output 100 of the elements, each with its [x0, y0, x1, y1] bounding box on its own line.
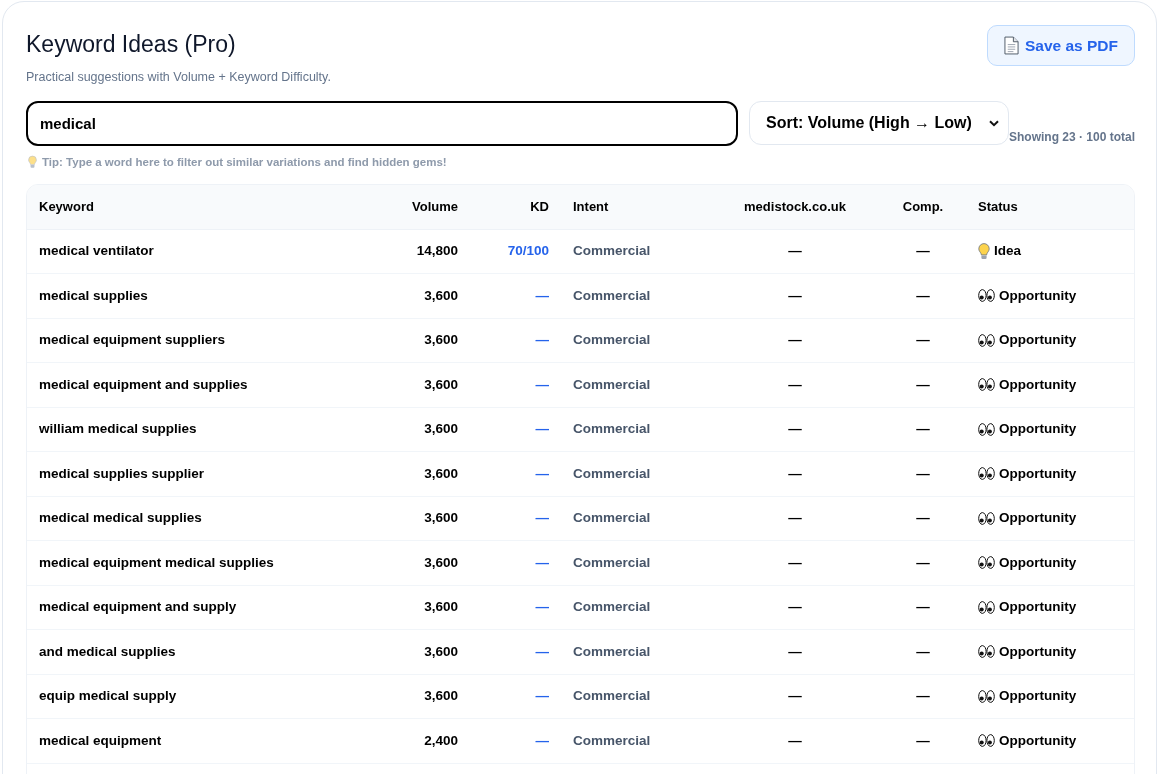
keyword-text: medical equipment and supplies [39, 376, 248, 392]
kd-score: — [535, 643, 549, 659]
keyword-text: medical medical supplies [39, 510, 202, 526]
keyword-text: medical supplies supplier [39, 465, 205, 481]
intent-label: Commercial [573, 510, 651, 526]
keyword-text: medical equipment suppliers [39, 332, 226, 348]
intent-label: Commercial [573, 688, 651, 704]
eyes-icon [978, 467, 995, 481]
lightbulb-icon [28, 155, 37, 169]
comp-value: — [916, 421, 930, 437]
status-label: Opportunity [999, 286, 1077, 305]
comp-value: — [916, 732, 930, 748]
status-label: Opportunity [999, 642, 1077, 661]
intent-label: Commercial [573, 599, 651, 615]
medistock-value: — [788, 332, 802, 348]
kd-score: — [535, 732, 549, 748]
search-field[interactable]: medical [26, 101, 738, 146]
comp-value: — [916, 465, 930, 481]
status-label: Opportunity [999, 598, 1077, 617]
sort-select[interactable]: Sort: Volume (High → Low) [748, 101, 1009, 145]
search-volume: 3,600 [424, 332, 458, 348]
search-volume: 3,600 [424, 688, 458, 704]
results-count: Showing 23 · 100 total [1008, 129, 1135, 145]
kd-score: — [535, 510, 549, 526]
lightbulb-icon [978, 242, 990, 260]
medistock-value: — [788, 554, 802, 570]
keyword-text: william medical supplies [39, 421, 197, 437]
medistock-value: — [788, 421, 802, 437]
eyes-icon [978, 289, 995, 303]
comp-value: — [916, 287, 930, 303]
intent-label: Commercial [573, 421, 651, 437]
status-label: Opportunity [999, 464, 1077, 483]
eyes-icon [978, 600, 995, 614]
kd-score: — [535, 421, 549, 437]
status-label: Opportunity [999, 687, 1077, 706]
status-label: Opportunity [999, 420, 1077, 439]
status-label: Opportunity [999, 375, 1077, 394]
kd-score: — [535, 688, 549, 704]
keyword-text: medical equipment and supply [39, 599, 237, 615]
medistock-value: — [788, 376, 802, 392]
status-label: Opportunity [999, 553, 1077, 572]
save-pdf-button[interactable]: Save as PDF [986, 25, 1135, 66]
tip-text: Tip: Type a word here to filter out similar variations and find hidden gems! [42, 155, 447, 169]
comp-value: — [916, 243, 930, 259]
search-volume: 3,600 [424, 376, 458, 392]
eyes-icon [978, 333, 995, 347]
kd-score: — [535, 554, 549, 570]
intent-label: Commercial [573, 287, 651, 303]
comp-value: — [916, 332, 930, 348]
search-volume: 14,800 [416, 243, 458, 259]
status-label: Idea [994, 242, 1021, 261]
eyes-icon [978, 556, 995, 570]
medistock-value: — [788, 599, 802, 615]
column-header: KD [530, 199, 549, 214]
search-volume: 3,600 [424, 510, 458, 526]
document-icon [1003, 36, 1019, 55]
medistock-value: — [788, 732, 802, 748]
search-volume: 2,400 [424, 732, 458, 748]
comp-value: — [916, 510, 930, 526]
page-subtitle: Practical suggestions with Volume + Keyword Difficulty. [26, 69, 331, 86]
comp-value: — [916, 376, 930, 392]
kd-score: — [535, 465, 549, 481]
search-volume: 3,600 [424, 643, 458, 659]
kd-score: — [535, 599, 549, 615]
eyes-icon [978, 645, 995, 659]
column-header: Intent [573, 199, 609, 214]
medistock-value: — [788, 643, 802, 659]
comp-value: — [916, 688, 930, 704]
search-volume: 3,600 [424, 421, 458, 437]
column-header: medistock.co.uk [744, 199, 846, 214]
keyword-text: and medical supplies [39, 643, 176, 659]
keyword-text: medical equipment [39, 732, 162, 748]
eyes-icon [978, 378, 995, 392]
eyes-icon [978, 422, 995, 436]
intent-label: Commercial [573, 376, 651, 392]
medistock-value: — [788, 465, 802, 481]
kd-score: — [535, 376, 549, 392]
status-label: Opportunity [999, 331, 1077, 350]
intent-label: Commercial [573, 643, 651, 659]
keyword-text: medical ventilator [39, 243, 154, 259]
chevron-down-icon [988, 119, 999, 127]
eyes-icon [978, 689, 995, 703]
intent-label: Commercial [573, 332, 651, 348]
column-header: Comp. [902, 199, 944, 214]
column-header: Status [978, 199, 1018, 214]
medistock-value: — [788, 243, 802, 259]
kd-score: 70/100 [507, 243, 549, 259]
kd-score: — [535, 287, 549, 303]
comp-value: — [916, 599, 930, 615]
intent-label: Commercial [573, 243, 651, 259]
medistock-value: — [788, 510, 802, 526]
intent-label: Commercial [573, 732, 651, 748]
keyword-text: medical equipment medical supplies [39, 554, 274, 570]
eyes-icon [978, 511, 995, 525]
page-title: Keyword Ideas (Pro) [26, 30, 236, 59]
search-volume: 3,600 [424, 465, 458, 481]
eyes-icon [978, 734, 995, 748]
column-header: Keyword [39, 199, 94, 214]
status-label: Opportunity [999, 509, 1077, 528]
search-volume: 3,600 [424, 287, 458, 303]
